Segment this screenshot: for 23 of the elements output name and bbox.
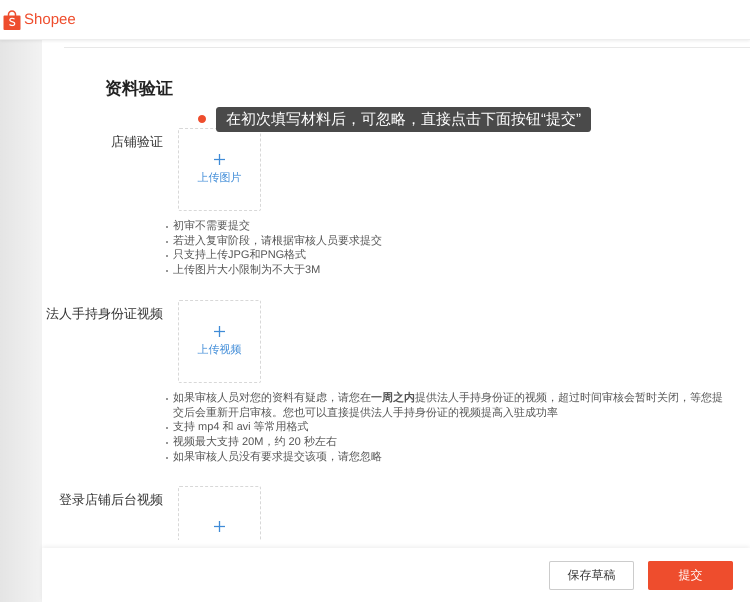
section-title: 资料验证 (105, 78, 174, 100)
note-text: 上传图片大小限制为不大于3M (172, 263, 320, 278)
note-text: 视频最大支持 20M，约 20 秒左右 (172, 434, 337, 450)
upload-button[interactable]: 上传图片 (178, 128, 261, 211)
note-text: 只支持上传JPG和PNG格式 (172, 248, 306, 264)
shopping-bag-icon (3, 10, 21, 30)
note-text: 若进入复审阶段，请根据审核人员要求提交 (172, 234, 382, 248)
plus-icon (214, 521, 225, 532)
note-text: 如果审核人员没有要求提交该项，请您忽略 (172, 450, 382, 464)
upload-button[interactable]: 上传视频 (178, 300, 261, 383)
upload-button[interactable] (178, 486, 261, 540)
note-text: 初审不需要提交 (172, 219, 250, 234)
submit-button[interactable]: 提交 (648, 560, 733, 590)
note-text: 支持 mp4 和 avi 等常用格式 (172, 420, 309, 435)
save-draft-button[interactable]: 保存草稿 (549, 560, 634, 590)
field-label: 店铺验证 (110, 133, 164, 151)
hint-tooltip: 在初次填写材料后，可忽略，直接点击下面按钮“提交” (216, 107, 591, 132)
note-text: 如果审核人员对您的资料有疑虑，请您在一周之内提供法人手持身份证的视频，超过时间审核会暂时关闭，等您提交后会重新开启审核。您也可以直接提供法人手持身份证的视频提高入驻成功率 (172, 390, 724, 420)
field-label: 法人手持身份证视频 (45, 304, 164, 323)
shopee-logo[interactable]: Shopee (3, 10, 76, 30)
plus-icon (214, 326, 225, 337)
plus-icon (214, 154, 225, 165)
field-label: 登录店铺后台视频 (58, 491, 164, 510)
